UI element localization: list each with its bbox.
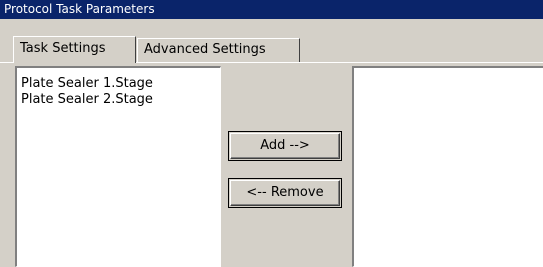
list-item-label: Plate Sealer 1.Stage — [21, 76, 153, 91]
tab-strip: Task Settings Advanced Settings — [0, 19, 543, 65]
remove-button[interactable]: <-- Remove — [230, 180, 340, 206]
list-item[interactable]: Plate Sealer 2.Stage — [21, 92, 153, 107]
window-titlebar: Protocol Task Parameters — [0, 0, 543, 19]
tab-task-settings-label: Task Settings — [20, 41, 106, 56]
list-item[interactable]: Plate Sealer 1.Stage — [21, 76, 153, 91]
protocol-task-parameters-window: Protocol Task Parameters Task Settings A… — [0, 0, 543, 267]
available-tasks-list[interactable]: Plate Sealer 1.Stage Plate Sealer 2.Stag… — [15, 66, 221, 267]
add-button[interactable]: Add --> — [230, 133, 340, 159]
tab-advanced-settings-label: Advanced Settings — [144, 42, 266, 57]
list-item-label: Plate Sealer 2.Stage — [21, 92, 153, 107]
window-title: Protocol Task Parameters — [4, 2, 155, 16]
selected-tasks-list[interactable] — [352, 66, 543, 267]
tab-task-settings[interactable]: Task Settings — [13, 36, 136, 63]
tab-advanced-settings[interactable]: Advanced Settings — [137, 38, 300, 62]
